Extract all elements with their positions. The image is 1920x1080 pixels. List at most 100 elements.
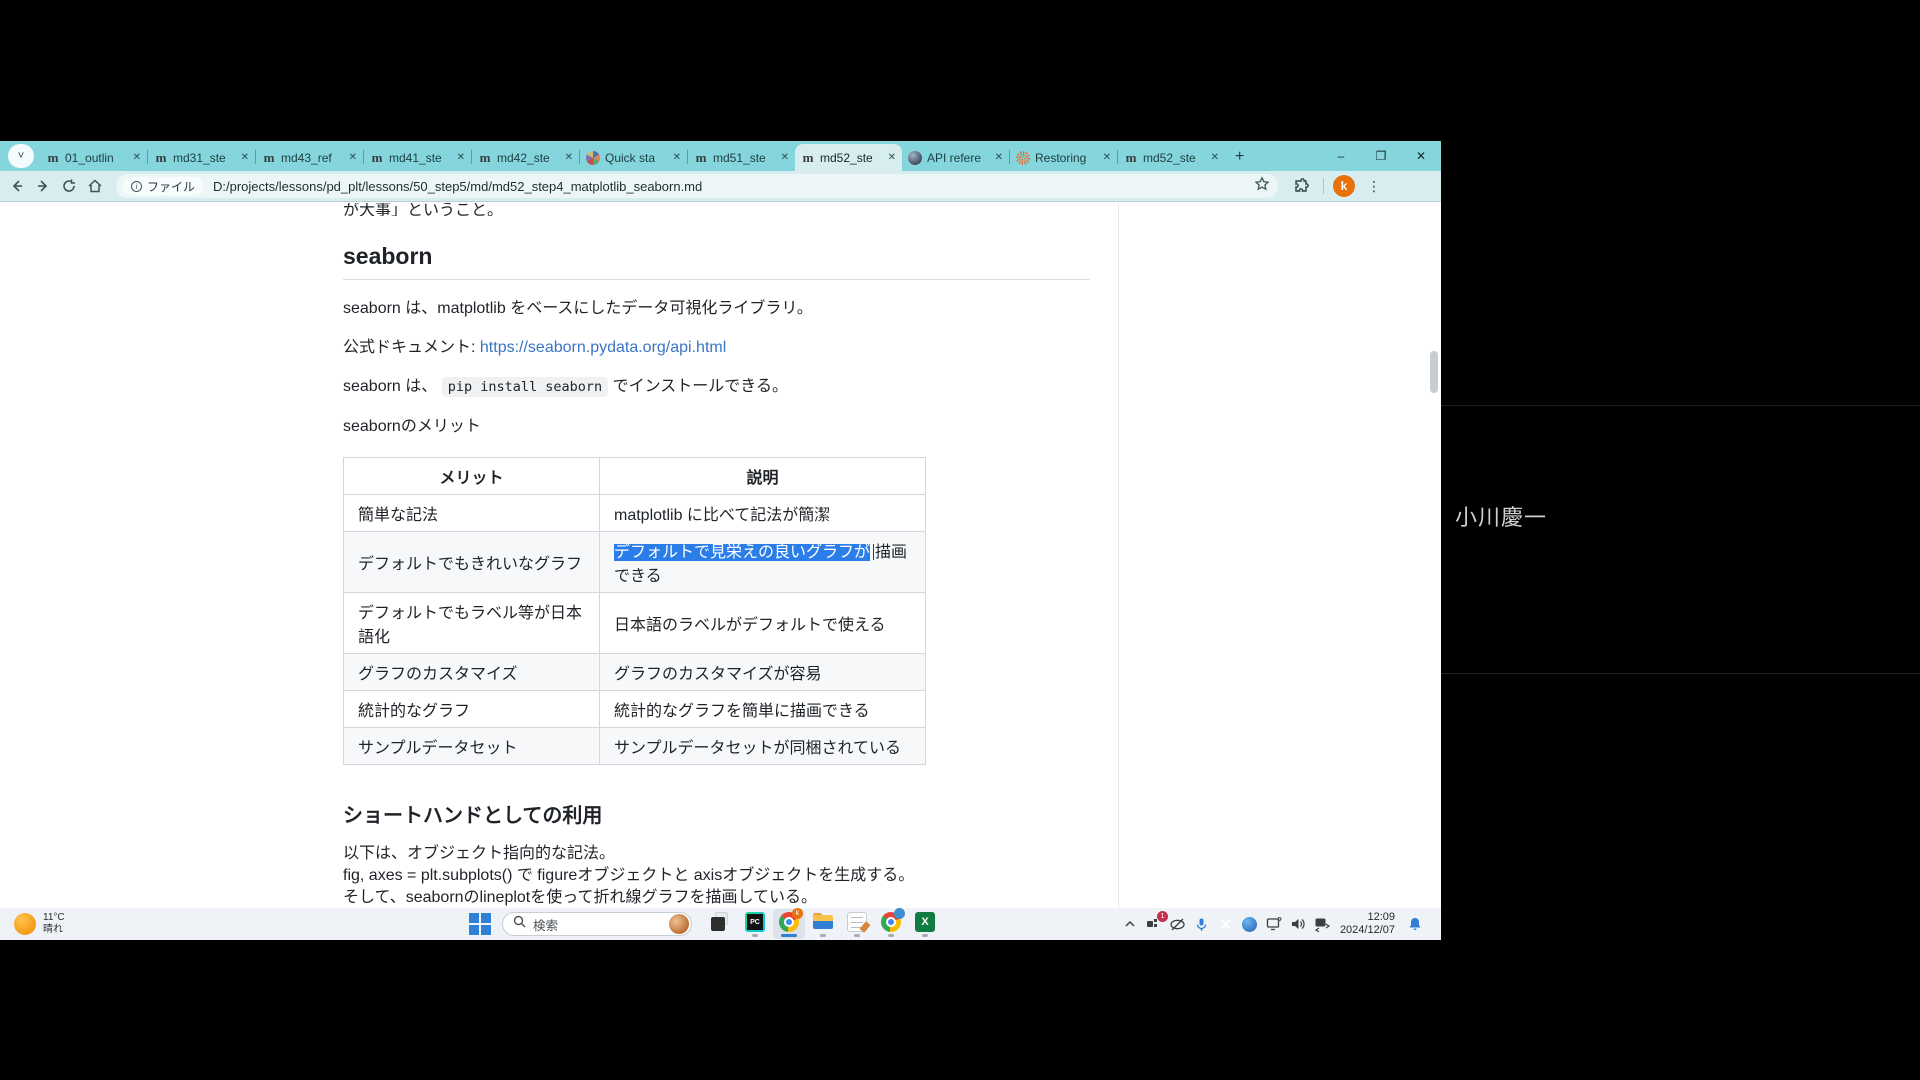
table-header: メリット — [344, 458, 600, 495]
url-text[interactable]: D:/projects/lessons/pd_plt/lessons/50_st… — [213, 179, 1248, 194]
tab-md52_ste[interactable]: m md52_ste ✕ — [795, 144, 902, 171]
display-tray-icon[interactable] — [1262, 912, 1286, 936]
clock-time: 12:09 — [1340, 911, 1395, 924]
back-button[interactable] — [4, 173, 30, 199]
home-button[interactable] — [82, 173, 108, 199]
taskbar: 11°C 晴れ 検索 — [0, 908, 1441, 940]
excel-icon: X — [915, 912, 935, 932]
teams-badge: 1 — [1157, 911, 1168, 922]
tab-Quick sta[interactable]: Quick sta✕ — [580, 144, 687, 171]
profile-avatar[interactable]: k — [1333, 175, 1355, 197]
tab-md41_ste[interactable]: mmd41_ste✕ — [364, 144, 471, 171]
tab-close-icon[interactable]: ✕ — [888, 152, 896, 163]
notepad-app[interactable] — [841, 909, 873, 939]
sun-icon — [14, 913, 36, 935]
chrome-icon: k — [779, 912, 799, 932]
doc-label: 公式ドキュメント: — [343, 339, 480, 356]
toolbar-right-cluster: k ⋮ — [1288, 173, 1393, 199]
markdown-favicon-icon: m — [801, 151, 815, 165]
table-row: グラフのカスタマイズグラフのカスタマイズが容易 — [344, 654, 926, 691]
table-cell: 日本語のラベルがデフォルトで使える — [600, 593, 926, 654]
tab-close-icon[interactable]: ✕ — [241, 152, 249, 163]
close-x-tray-icon[interactable] — [1214, 912, 1238, 936]
folder-icon — [813, 912, 833, 932]
overlay-frame-line-top — [1441, 405, 1920, 406]
hidden-eye-tray-icon[interactable] — [1166, 912, 1190, 936]
tab-close-icon[interactable]: ✕ — [457, 152, 465, 163]
speaker-tray-icon[interactable] — [1286, 912, 1310, 936]
excel-app[interactable]: X — [909, 909, 941, 939]
address-bar[interactable]: i ファイル D:/projects/lessons/pd_plt/lesson… — [116, 174, 1278, 198]
tab-label: md52_ste — [820, 151, 884, 165]
seaborn-api-link[interactable]: https://seaborn.pydata.org/api.html — [480, 339, 726, 356]
tab-close-icon[interactable]: ✕ — [349, 152, 357, 163]
task-view-button[interactable] — [705, 909, 737, 939]
microphone-tray-icon[interactable] — [1190, 912, 1214, 936]
tab-md43_ref[interactable]: mmd43_ref✕ — [256, 144, 363, 171]
reload-button[interactable] — [56, 173, 82, 199]
taskbar-clock[interactable]: 12:09 2024/12/07 — [1340, 911, 1395, 937]
close-button[interactable]: ✕ — [1401, 141, 1441, 171]
scheme-chip-label: ファイル — [147, 178, 195, 195]
scrollbar[interactable] — [1430, 351, 1438, 393]
chrome-app-profile-k[interactable]: k — [773, 909, 805, 939]
tab-close-icon[interactable]: ✕ — [1103, 152, 1111, 163]
tab-md51_ste[interactable]: mmd51_ste✕ — [688, 144, 795, 171]
page-content: が大事」ということ。 seaborn seaborn は、matplotlib … — [0, 203, 1441, 908]
teams-tray-icon[interactable]: 1 — [1142, 912, 1166, 936]
paragraph-line: 以下は、オブジェクト指向的な記法。 — [343, 845, 615, 862]
tab-md52_ste[interactable]: mmd52_ste✕ — [1118, 144, 1225, 171]
forward-arrow-icon — [35, 178, 51, 194]
paragraph-install: seaborn は、 pip install seaborn でインストールでき… — [343, 376, 1090, 398]
tab-search-button[interactable]: ˅ — [8, 144, 34, 168]
chrome-app-profile-2[interactable] — [875, 909, 907, 939]
table-cell: 統計的なグラフを簡単に描画できる — [600, 691, 926, 728]
system-tray: 1 — [1118, 908, 1427, 940]
pycharm-app[interactable]: PC — [739, 909, 771, 939]
tab-01_outlin[interactable]: m01_outlin✕ — [40, 144, 147, 171]
table-header: 説明 — [600, 458, 926, 495]
notification-bell-icon[interactable] — [1403, 912, 1427, 936]
search-daily-image[interactable] — [669, 914, 689, 934]
url-scheme-chip[interactable]: i ファイル — [122, 177, 204, 195]
clipped-paragraph: が大事」ということ。 — [343, 203, 1090, 216]
restore-button[interactable]: ❐ — [1361, 141, 1401, 171]
blue-sphere-tray-icon[interactable] — [1238, 912, 1262, 936]
table-row: デフォルトでもきれいなグラフデフォルトで見栄えの良いグラフが描画できる — [344, 532, 926, 593]
extensions-button[interactable] — [1288, 173, 1314, 199]
tab-label: md51_ste — [713, 151, 777, 165]
tab-close-icon[interactable]: ✕ — [673, 152, 681, 163]
ime-language-tray-icon[interactable] — [1310, 912, 1334, 936]
new-tab-button[interactable]: + — [1235, 148, 1244, 166]
start-button[interactable] — [468, 912, 492, 936]
notepad-icon — [847, 912, 867, 932]
paragraph-merit-intro: seabornのメリット — [343, 416, 1090, 437]
bookmark-star-icon[interactable] — [1254, 176, 1270, 197]
taskbar-search[interactable]: 検索 — [502, 912, 692, 936]
forward-button[interactable] — [30, 173, 56, 199]
tab-label: md31_ste — [173, 151, 237, 165]
text-cursor — [873, 544, 874, 560]
tab-md42_ste[interactable]: mmd42_ste✕ — [472, 144, 579, 171]
matplotlib-favicon-icon — [586, 151, 600, 165]
tab-API refere[interactable]: API refere✕ — [902, 144, 1009, 171]
menu-kebab-icon[interactable]: ⋮ — [1367, 178, 1381, 195]
tab-label: Restoring — [1035, 151, 1099, 165]
weather-widget[interactable]: 11°C 晴れ — [14, 912, 65, 936]
info-icon: i — [131, 181, 142, 192]
table-cell: 簡単な記法 — [344, 495, 600, 532]
minimize-button[interactable]: – — [1321, 141, 1361, 171]
puzzle-icon — [1293, 178, 1310, 195]
tab-close-icon[interactable]: ✕ — [995, 152, 1003, 163]
tab-close-icon[interactable]: ✕ — [565, 152, 573, 163]
file-explorer-app[interactable] — [807, 909, 839, 939]
tab-close-icon[interactable]: ✕ — [133, 152, 141, 163]
seaborn-favicon-icon — [908, 151, 922, 165]
paragraph-line: fig, axes = plt.subplots() で figureオブジェク… — [343, 867, 914, 884]
jupyter-favicon-icon — [1016, 151, 1030, 165]
tray-chevron-up[interactable] — [1118, 912, 1142, 936]
tab-close-icon[interactable]: ✕ — [781, 152, 789, 163]
tab-Restoring[interactable]: Restoring ✕ — [1010, 144, 1117, 171]
tab-md31_ste[interactable]: mmd31_ste✕ — [148, 144, 255, 171]
tab-close-icon[interactable]: ✕ — [1211, 152, 1219, 163]
